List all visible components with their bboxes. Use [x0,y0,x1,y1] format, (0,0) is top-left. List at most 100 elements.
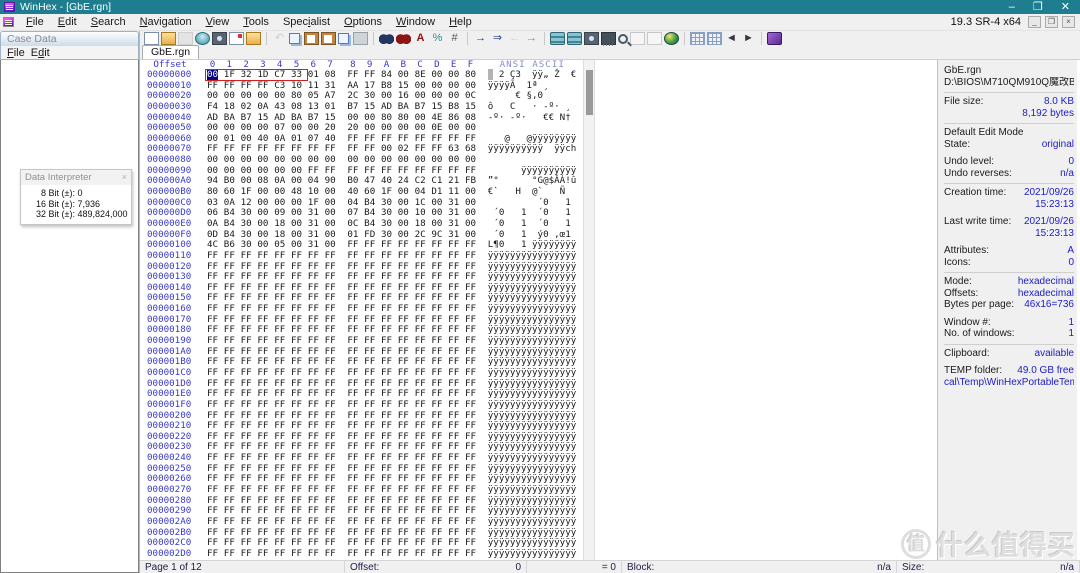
hex-byte[interactable]: FF [308,251,319,262]
print-icon[interactable] [584,32,599,45]
hex-byte[interactable]: FF [415,251,426,262]
hex-byte[interactable]: FF [431,251,442,262]
continue-search-icon[interactable]: % [430,32,445,45]
case-menu-file[interactable]: File [7,47,25,59]
hex-byte[interactable]: FF [347,549,358,560]
tab-gbe-rgn[interactable]: GbE.rgn [142,45,199,59]
hex-byte[interactable]: FF [415,368,426,379]
hex-byte[interactable]: FF [364,549,375,560]
hex-byte[interactable]: FF [364,517,375,528]
hex-byte[interactable]: FF [364,400,375,411]
viewer-icon[interactable] [618,34,628,44]
copy-block-icon[interactable] [338,33,349,44]
hex-byte[interactable]: FF [364,368,375,379]
hex-byte[interactable]: FF [207,549,218,560]
hex-byte[interactable]: FF [257,549,268,560]
scroll-left-icon[interactable]: ◄ [724,32,739,45]
snapshot-icon[interactable] [212,32,227,45]
hex-byte[interactable]: 02 [241,102,252,113]
goto-page-icon[interactable]: ⇒ [490,32,505,45]
hex-byte[interactable]: FF [398,400,409,411]
hex-byte[interactable]: FF [325,400,336,411]
data-interpreter-close-icon[interactable]: × [122,172,127,183]
hex-byte[interactable]: 18 [224,102,235,113]
hex-byte[interactable]: FF [448,549,459,560]
hex-byte[interactable]: FF [291,400,302,411]
paste-icon[interactable] [304,32,319,45]
clipboard-hex-icon[interactable] [353,32,368,45]
copy-icon[interactable] [289,33,300,44]
hex-byte[interactable]: FF [207,517,218,528]
scrollbar-thumb[interactable] [586,70,593,115]
hex-byte[interactable]: FF [224,400,235,411]
hex-byte[interactable]: FF [308,517,319,528]
hex-byte[interactable]: FF [448,368,459,379]
hex-byte[interactable]: FF [465,251,476,262]
hex-byte[interactable]: FF [291,517,302,528]
hex-byte[interactable]: FF [431,549,442,560]
hex-byte[interactable]: FF [364,251,375,262]
hex-byte[interactable]: FF [224,368,235,379]
hex-byte[interactable]: FF [274,549,285,560]
help-icon[interactable] [767,32,782,45]
hex-byte[interactable]: BA [398,102,409,113]
hex-byte[interactable]: FF [415,517,426,528]
hex-byte[interactable]: FF [224,549,235,560]
hex-byte[interactable]: FF [207,400,218,411]
hex-byte[interactable]: FF [274,400,285,411]
hex-byte[interactable]: FF [274,368,285,379]
ascii-cell[interactable]: ´0 1 ´0 1 [488,219,577,230]
case-menu-edit[interactable]: Edit [31,47,50,59]
hex-byte[interactable]: FF [415,400,426,411]
hex-byte[interactable]: FF [381,517,392,528]
hex-byte[interactable]: FF [291,549,302,560]
menu-navigation[interactable]: Navigation [133,15,199,29]
properties-icon[interactable] [229,32,244,45]
close-button[interactable]: ✕ [1061,0,1070,14]
minimize-button[interactable]: – [1009,0,1015,14]
menu-edit[interactable]: Edit [51,15,84,29]
menu-window[interactable]: Window [389,15,442,29]
hex-byte[interactable]: FF [381,251,392,262]
hex-byte[interactable]: 15 [431,102,442,113]
hex-byte[interactable]: FF [347,251,358,262]
mdi-minimize-button[interactable]: _ [1028,16,1041,28]
hex-byte[interactable]: FF [224,251,235,262]
hex-byte[interactable]: 13 [308,102,319,113]
ascii-cell[interactable]: ÿÿÿÿÿÿÿÿÿÿÿÿÿÿÿÿ [488,549,577,560]
hex-byte[interactable]: FF [347,368,358,379]
hex-byte[interactable]: 43 [274,102,285,113]
menu-help[interactable]: Help [442,15,479,29]
goto-offset-icon[interactable]: → [473,32,488,45]
hex-byte[interactable]: FF [381,400,392,411]
hex-byte[interactable]: B8 [448,102,459,113]
ascii-cell[interactable]: ô C · -º· ¸ [488,102,577,113]
hex-byte[interactable]: FF [431,400,442,411]
hex-byte[interactable]: FF [325,251,336,262]
open-disk-icon[interactable] [195,32,210,45]
hex-byte[interactable]: 01 [325,102,336,113]
hex-byte[interactable]: FF [415,549,426,560]
hex-byte[interactable]: FF [207,251,218,262]
hex-byte[interactable]: FF [241,400,252,411]
hex-byte[interactable]: FF [308,549,319,560]
hex-byte[interactable]: FF [291,251,302,262]
ascii-cell[interactable]: ÿÿÿÿÿÿÿÿÿÿÿÿÿÿÿÿ [488,368,577,379]
hex-byte[interactable]: FF [431,517,442,528]
hex-byte[interactable]: 15 [465,102,476,113]
hex-byte[interactable]: FF [448,400,459,411]
hex-byte[interactable]: FF [431,368,442,379]
clone-disk-icon[interactable] [567,32,582,45]
hex-byte[interactable]: FF [241,368,252,379]
hex-byte[interactable]: FF [291,368,302,379]
hex-byte[interactable]: FF [274,517,285,528]
hex-byte[interactable]: AD [381,102,392,113]
calculator-icon[interactable] [690,32,705,45]
hex-byte[interactable]: FF [448,251,459,262]
hex-byte[interactable]: B7 [347,102,358,113]
hex-byte[interactable]: FF [241,549,252,560]
hex-byte[interactable]: FF [448,517,459,528]
hex-byte[interactable]: FF [274,251,285,262]
hex-byte[interactable]: FF [465,517,476,528]
disk-image-icon[interactable] [550,32,565,45]
